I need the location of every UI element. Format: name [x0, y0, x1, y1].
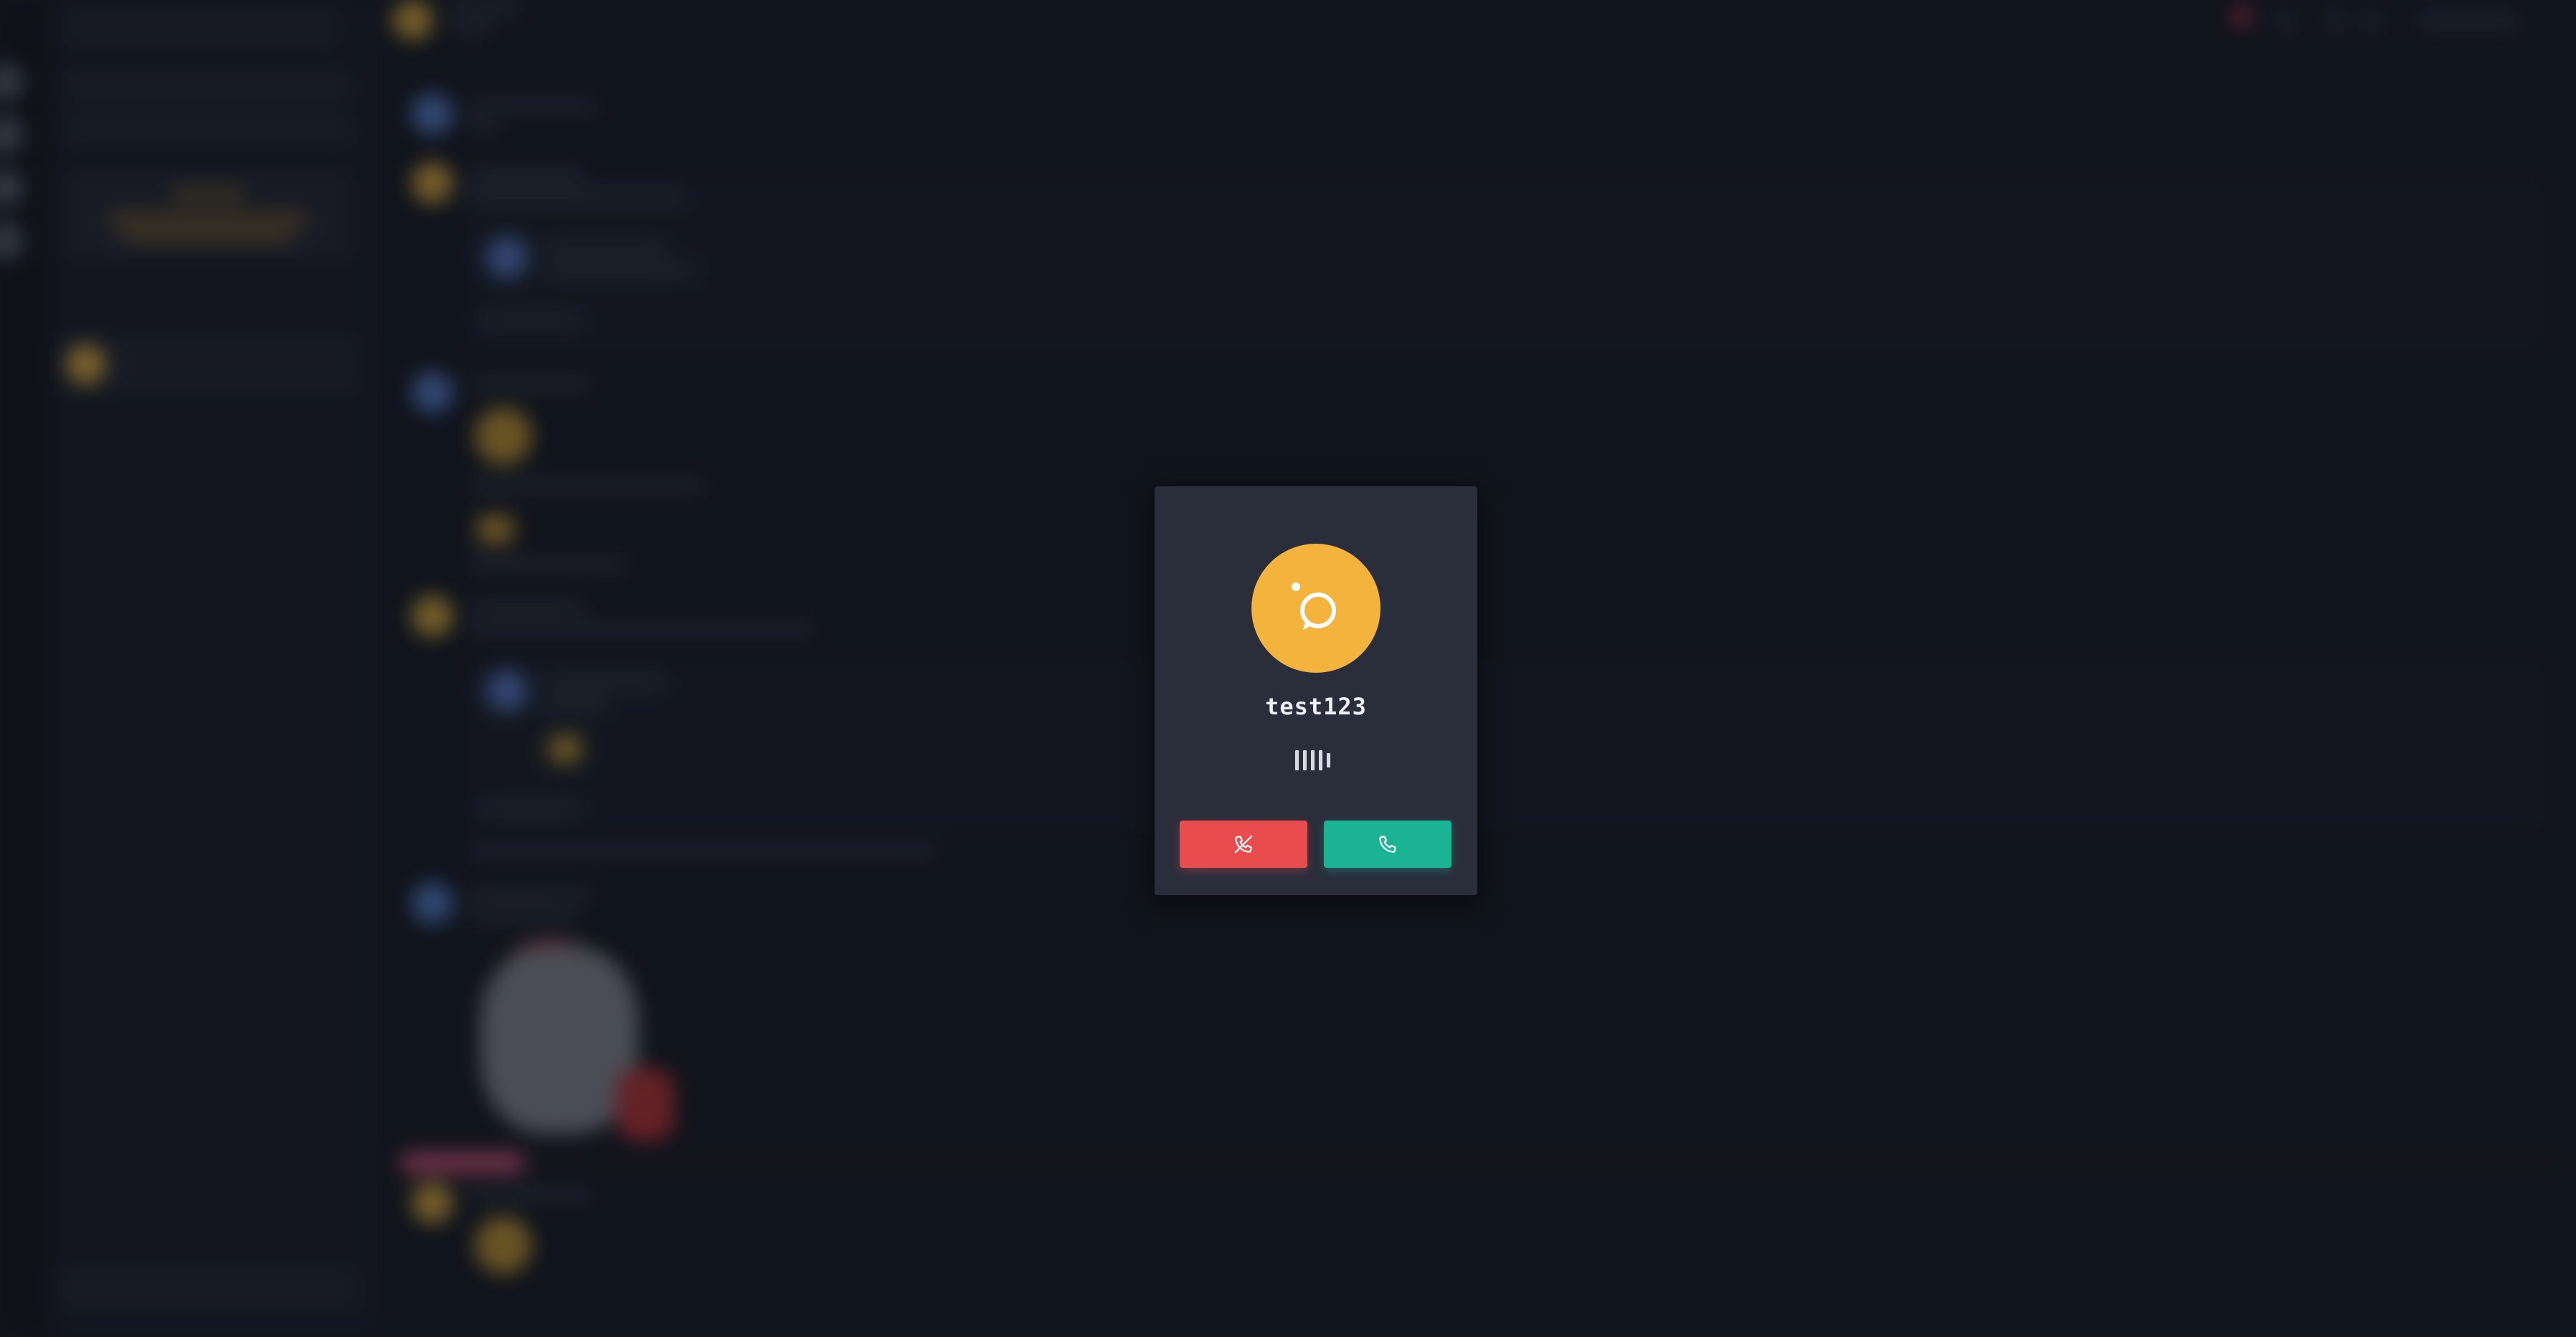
decline-call-button[interactable] [1180, 821, 1307, 868]
ringing-bars-icon [1295, 750, 1338, 772]
caller-avatar [1251, 544, 1381, 673]
caller-name: test123 [1265, 693, 1367, 720]
phone-hangup-icon [1234, 835, 1253, 854]
phone-icon [1379, 836, 1396, 853]
incoming-call-modal: test123 [1155, 486, 1477, 895]
chat-bubble-icon [1292, 582, 1336, 630]
accept-call-button[interactable] [1324, 821, 1452, 868]
